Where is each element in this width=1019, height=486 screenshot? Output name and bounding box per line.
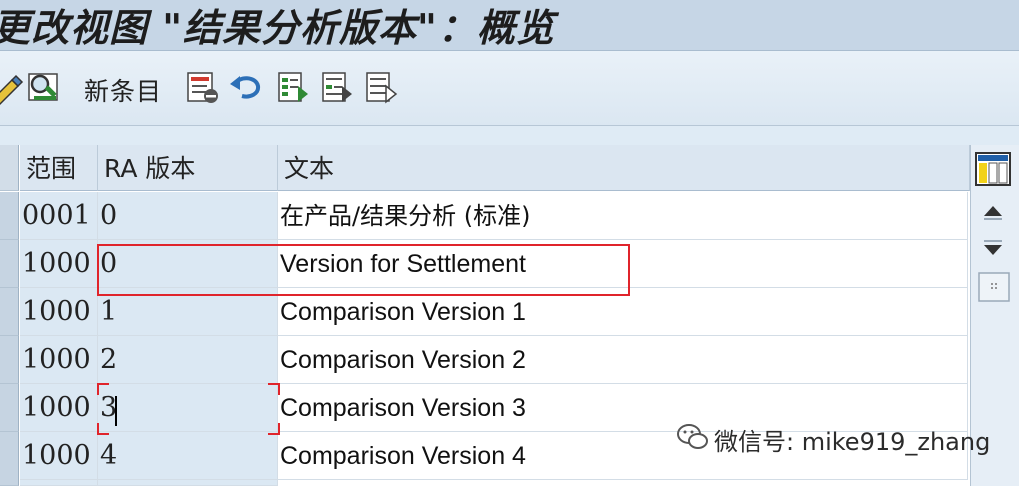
watermark-text: 微信号: mike919_zhang — [714, 428, 991, 456]
row-selector[interactable] — [0, 192, 19, 240]
cell-text[interactable]: 在产品/结果分析 (标准) — [278, 192, 968, 240]
pencil-icon[interactable] — [0, 70, 26, 106]
cell-area: 1000 — [20, 240, 98, 288]
cell-ra-version — [98, 480, 278, 486]
column-header-ra-version[interactable]: RA 版本 — [98, 145, 278, 191]
cell-ra-version: 0 — [98, 240, 278, 288]
cell-area: 1000 — [20, 432, 98, 480]
cell-area — [20, 480, 98, 486]
focus-corner — [97, 383, 109, 395]
cell-ra-version[interactable]: 3 — [98, 384, 278, 432]
select-block-icon[interactable] — [320, 70, 356, 106]
deselect-all-icon[interactable] — [364, 70, 400, 106]
cell-area: 1000 — [20, 288, 98, 336]
column-settings-icon[interactable] — [975, 152, 1011, 186]
wechat-icon — [677, 424, 708, 449]
undo-icon[interactable] — [228, 70, 264, 106]
select-all-rows-button[interactable] — [0, 145, 19, 191]
delete-icon[interactable] — [185, 70, 221, 106]
cell-area: 1000 — [20, 336, 98, 384]
row-selector[interactable] — [0, 384, 19, 432]
focus-corner — [268, 383, 280, 395]
scrollbar-thumb[interactable] — [978, 272, 1010, 302]
cell-text[interactable]: Comparison Version 1 — [278, 288, 968, 336]
new-entries-button[interactable]: 新条目 — [84, 72, 162, 108]
row-selector[interactable] — [0, 288, 19, 336]
cell-area: 0001 — [20, 192, 98, 240]
column-header-area[interactable]: 范围 — [20, 145, 98, 191]
row-selector[interactable] — [0, 432, 19, 486]
cell-ra-version: 2 — [98, 336, 278, 384]
window-title: 更改视图 "结果分析版本"：概览 — [0, 5, 555, 50]
row-selector[interactable] — [0, 336, 19, 384]
scroll-down-icon[interactable] — [980, 238, 1006, 260]
scroll-up-icon[interactable] — [980, 200, 1006, 222]
column-header-text[interactable]: 文本 — [278, 145, 970, 191]
cell-ra-version: 4 — [98, 432, 278, 480]
select-all-icon[interactable] — [276, 70, 312, 106]
cell-ra-version: 1 — [98, 288, 278, 336]
cell-text[interactable]: Version for Settlement — [278, 240, 968, 288]
cell-text[interactable]: Comparison Version 2 — [278, 336, 968, 384]
cell-area: 1000 — [20, 384, 98, 432]
glasses-icon[interactable] — [26, 70, 62, 106]
row-selector[interactable] — [0, 240, 19, 288]
cell-ra-version: 0 — [98, 192, 278, 240]
text-cursor — [115, 396, 117, 426]
title-bar: 更改视图 "结果分析版本"：概览 — [0, 0, 1019, 51]
focus-corner — [97, 423, 109, 435]
focus-corner — [268, 423, 280, 435]
